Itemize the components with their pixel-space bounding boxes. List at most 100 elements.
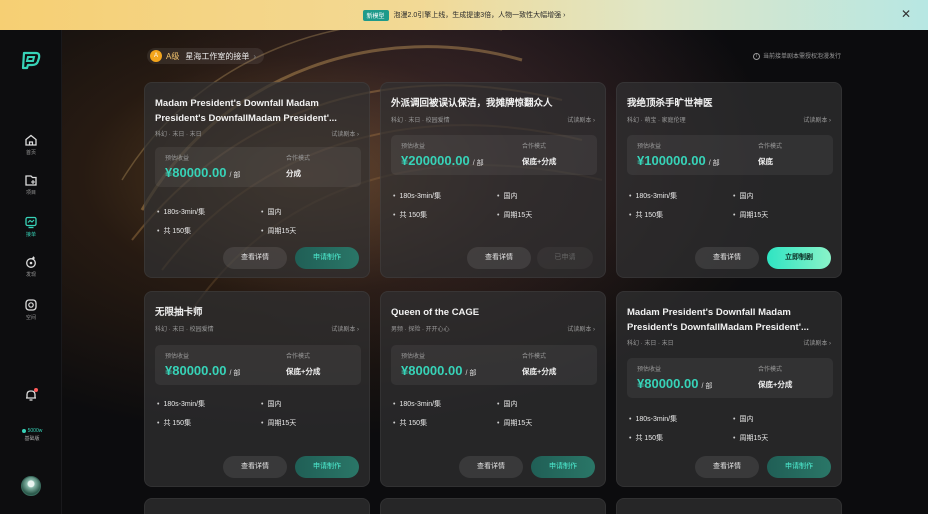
announcement-bar[interactable]: 新模型 泡漫2.0引擎上线，生成提速3倍，人物一致性大幅增强 › ✕ xyxy=(0,0,928,30)
view-detail-button[interactable]: 查看详情 xyxy=(695,456,759,478)
earnings-panel: 预估收益 合作模式 ¥200000.00/ 部 保底+分成 xyxy=(391,135,597,175)
card-tags: 科幻 · 末日 · 末日 xyxy=(627,341,674,347)
sidebar-item-project[interactable]: 项目 xyxy=(0,173,62,196)
spec-duration: 180s-3min/集 xyxy=(629,414,677,424)
spec-episodes: 共 150集 xyxy=(157,226,191,236)
discover-icon xyxy=(26,256,36,268)
script-card xyxy=(380,498,606,514)
earnings-amount: ¥80000.00/ 部 xyxy=(165,165,241,180)
earnings-amount: ¥80000.00/ 部 xyxy=(401,363,477,378)
sidebar-item-label: 接单 xyxy=(25,232,36,238)
sidebar-item-label: 发现 xyxy=(25,272,36,278)
card-title: 无限抽卡师 xyxy=(155,307,203,318)
card-title: 我绝顶杀手旷世神医 xyxy=(627,98,713,109)
earnings-amount: ¥200000.00/ 部 xyxy=(401,153,484,168)
spec-period: 周期15天 xyxy=(261,418,296,428)
card-tags: 科幻 · 末日 · 校园爱情 xyxy=(391,118,450,124)
trial-read-link[interactable]: 试读剧本 › xyxy=(803,115,831,124)
close-icon[interactable]: ✕ xyxy=(901,8,911,20)
card-title: Queen of the CAGE xyxy=(391,307,480,318)
announcement-tag: 新模型 xyxy=(362,9,389,21)
spec-duration: 180s-3min/集 xyxy=(157,207,205,217)
trial-read-link[interactable]: 试读剧本 › xyxy=(331,324,359,333)
spec-duration: 180s-3min/集 xyxy=(629,191,677,201)
mode-label: 合作模式 xyxy=(758,144,783,150)
script-card: Madam President's Downfall Madam Preside… xyxy=(616,291,842,487)
trial-read-link[interactable]: 试读剧本 › xyxy=(331,129,359,138)
trial-read-link[interactable]: 试读剧本 › xyxy=(567,324,595,333)
view-detail-button[interactable]: 查看详情 xyxy=(467,247,531,269)
spec-region: 国内 xyxy=(733,191,753,201)
logo-icon[interactable] xyxy=(20,50,42,70)
spec-duration: 180s-3min/集 xyxy=(157,399,205,409)
card-title: Madam President's Downfall Madam Preside… xyxy=(155,98,337,124)
view-detail-button[interactable]: 查看详情 xyxy=(459,456,523,478)
earnings-amount: ¥80000.00/ 部 xyxy=(637,376,713,391)
header-bar: A A级 星海工作室的接单 › xyxy=(147,47,265,65)
sidebar-item-label: 空间 xyxy=(25,315,36,321)
level-text: A级 xyxy=(166,51,180,61)
credits-amount: 5000w xyxy=(12,427,52,435)
sidebar-item-discover[interactable]: 发现 xyxy=(0,255,62,278)
view-detail-button[interactable]: 查看详情 xyxy=(223,456,287,478)
announcement-text[interactable]: 泡漫2.0引擎上线，生成提速3倍，人物一致性大幅增强 › xyxy=(394,10,566,20)
spec-region: 国内 xyxy=(261,207,281,217)
card-tags: 科幻 · 萌宝 · 家庭伦理 xyxy=(627,118,686,124)
card-title: Madam President's Downfall Madam Preside… xyxy=(627,307,809,333)
cooperation-mode: 保底+分成 xyxy=(522,157,557,166)
apply-production-button[interactable]: 申请制作 xyxy=(295,247,359,269)
earnings-label: 预估收益 xyxy=(401,144,426,150)
trial-read-link[interactable]: 试读剧本 › xyxy=(803,338,831,347)
apply-production-button[interactable]: 申请制作 xyxy=(531,456,595,478)
apply-production-button[interactable]: 申请制作 xyxy=(767,456,831,478)
info-icon: i xyxy=(752,52,760,60)
spec-period: 周期15天 xyxy=(261,226,296,236)
home-icon xyxy=(25,134,37,146)
notification-dot xyxy=(34,388,38,392)
medal-icon: A xyxy=(150,50,162,62)
sidebar-item-home[interactable]: 首页 xyxy=(0,133,62,156)
earnings-amount: ¥80000.00/ 部 xyxy=(165,363,241,378)
spec-region: 国内 xyxy=(497,399,517,409)
spec-period: 周期15天 xyxy=(733,433,768,443)
earnings-panel: 预估收益 合作模式 ¥80000.00/ 部 保底+分成 xyxy=(155,345,361,385)
card-tags: 男频 · 探险 · 开开心心 xyxy=(391,327,450,333)
cooperation-mode: 保底+分成 xyxy=(758,380,793,389)
apply-production-button[interactable]: 申请制作 xyxy=(295,456,359,478)
script-card: 外派调回被误认保洁，我摊牌惊翻众人 科幻 · 末日 · 校园爱情 试读剧本 › … xyxy=(380,82,606,278)
script-card: Queen of the CAGE 男频 · 探险 · 开开心心 试读剧本 › … xyxy=(380,291,606,487)
spec-region: 国内 xyxy=(733,414,753,424)
card-title: 外派调回被误认保洁，我摊牌惊翻众人 xyxy=(391,98,553,109)
avatar[interactable] xyxy=(21,476,41,496)
script-card xyxy=(144,498,370,514)
earnings-label: 预估收益 xyxy=(165,354,190,360)
cooperation-mode: 保底+分成 xyxy=(286,367,321,376)
spec-period: 周期15天 xyxy=(733,210,768,220)
earnings-panel: 预估收益 合作模式 ¥80000.00/ 部 分成 xyxy=(155,147,361,187)
notification-bell[interactable] xyxy=(24,388,38,402)
script-card: 我绝顶杀手旷世神医 科幻 · 萌宝 · 家庭伦理 试读剧本 › 预估收益 合作模… xyxy=(616,82,842,278)
spec-duration: 180s-3min/集 xyxy=(393,191,441,201)
sidebar-item-orders[interactable]: 接单 xyxy=(0,215,62,238)
level-badge[interactable]: A A级 星海工作室的接单 › xyxy=(147,48,265,64)
spec-episodes: 共 150集 xyxy=(629,210,663,220)
trial-read-link[interactable]: 试读剧本 › xyxy=(567,115,595,124)
credits-badge[interactable]: 5000w 基础版 xyxy=(12,427,52,443)
notice-text: 当前接单剧本需授权泡漫发行 xyxy=(762,54,841,60)
spec-episodes: 共 150集 xyxy=(393,210,427,220)
cooperation-mode: 保底+分成 xyxy=(522,367,557,376)
credits-plan: 基础版 xyxy=(24,436,40,442)
view-detail-button[interactable]: 查看详情 xyxy=(223,247,287,269)
start-production-button[interactable]: 立即制剧 xyxy=(767,247,831,269)
script-card: Madam President's Downfall Madam Preside… xyxy=(144,82,370,278)
earnings-label: 预估收益 xyxy=(637,367,662,373)
sidebar-item-space[interactable]: 空间 xyxy=(0,298,62,321)
chevron-right-icon: › xyxy=(253,51,257,61)
earnings-amount: ¥100000.00/ 部 xyxy=(637,153,720,168)
spec-duration: 180s-3min/集 xyxy=(393,399,441,409)
applied-button: 已申请 xyxy=(537,247,593,269)
mode-label: 合作模式 xyxy=(522,354,547,360)
mode-label: 合作模式 xyxy=(522,144,547,150)
spec-episodes: 共 150集 xyxy=(157,418,191,428)
view-detail-button[interactable]: 查看详情 xyxy=(695,247,759,269)
